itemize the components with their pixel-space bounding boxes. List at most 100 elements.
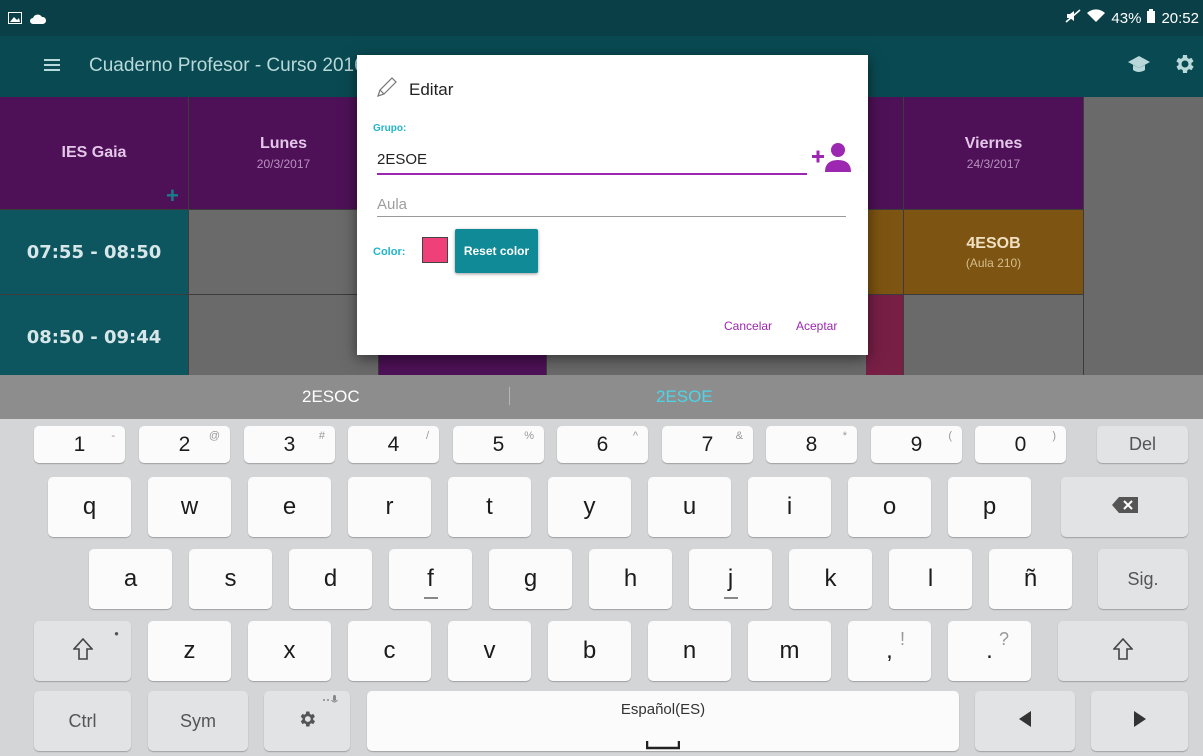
cancel-button[interactable]: Cancelar: [724, 319, 772, 333]
color-label: Color:: [373, 246, 406, 258]
key-c[interactable]: c: [348, 621, 431, 681]
key-s[interactable]: s: [189, 549, 272, 609]
suggestion-divider: [509, 387, 510, 405]
key-5[interactable]: 5%: [453, 426, 544, 463]
key-y[interactable]: y: [548, 477, 631, 537]
suggestion-item[interactable]: 2ESOC: [302, 387, 360, 407]
key-u[interactable]: u: [648, 477, 731, 537]
key-n[interactable]: n: [648, 621, 731, 681]
arrow-right-icon: [1133, 710, 1146, 732]
menu-icon[interactable]: [44, 58, 60, 76]
home-bump: [723, 597, 738, 599]
key-0[interactable]: 0): [975, 426, 1066, 463]
key-3[interactable]: 3 #: [244, 426, 335, 463]
slot-cell[interactable]: [189, 295, 379, 375]
edit-dialog: Editar Grupo: Color: Reset color Cancela…: [357, 55, 868, 355]
arrow-left-icon: [1019, 710, 1031, 732]
battery-icon: [1147, 9, 1156, 27]
key-period[interactable]: .?: [948, 621, 1031, 681]
day-header-viernes[interactable]: Viernes 24/3/2017: [904, 97, 1084, 210]
key-b[interactable]: b: [548, 621, 631, 681]
key-1[interactable]: 1-: [34, 426, 125, 463]
group-input[interactable]: [377, 145, 807, 175]
pencil-icon: [375, 75, 399, 104]
slot-cell[interactable]: [379, 355, 547, 375]
key-p[interactable]: p: [948, 477, 1031, 537]
color-swatch[interactable]: [422, 237, 448, 263]
key-8[interactable]: 8 *: [766, 426, 857, 463]
gallery-icon: [8, 11, 22, 29]
suggestion-strip: 2ESOC 2ESOE: [0, 375, 1203, 419]
space-bar-icon: [645, 729, 681, 756]
key-h[interactable]: h: [589, 549, 672, 609]
key-d[interactable]: d: [289, 549, 372, 609]
key-q[interactable]: q: [48, 477, 131, 537]
key-n-tilde[interactable]: ñ: [989, 549, 1072, 609]
time-slot-1: 07:55 - 08:50: [0, 210, 189, 295]
key-j[interactable]: j: [689, 549, 772, 609]
key-x[interactable]: x: [248, 621, 331, 681]
battery-percent: 43%: [1111, 9, 1142, 27]
slot-cell[interactable]: [189, 210, 379, 295]
key-k[interactable]: k: [789, 549, 872, 609]
key-v[interactable]: v: [448, 621, 531, 681]
day-header-lunes[interactable]: Lunes 20/3/2017: [189, 97, 379, 210]
graduation-cap-icon[interactable]: [1128, 56, 1150, 79]
cursor-left-key[interactable]: [975, 691, 1075, 751]
next-key[interactable]: Sig.: [1098, 549, 1188, 609]
key-6[interactable]: 6 ^: [557, 426, 648, 463]
shift-icon: [1112, 637, 1134, 665]
key-4[interactable]: 4/: [348, 426, 439, 463]
slot-cell[interactable]: [866, 210, 904, 295]
time-slot-2: 08:50 - 09:44: [0, 295, 189, 375]
keyboard-settings-key[interactable]: [264, 691, 350, 751]
key-e[interactable]: e: [248, 477, 331, 537]
dialog-title: Editar: [375, 75, 453, 104]
key-m[interactable]: m: [748, 621, 831, 681]
space-key[interactable]: Español(ES): [367, 691, 959, 751]
cloud-icon: [30, 11, 47, 29]
del-key[interactable]: Del: [1097, 426, 1188, 463]
key-g[interactable]: g: [489, 549, 572, 609]
key-a[interactable]: a: [89, 549, 172, 609]
slot-cell-4esob[interactable]: 4ESOB (Aula 210): [904, 210, 1084, 295]
key-i[interactable]: i: [748, 477, 831, 537]
key-7[interactable]: 7 &: [662, 426, 753, 463]
key-2[interactable]: 2 @: [139, 426, 230, 463]
wifi-icon: [1087, 9, 1106, 27]
clock: 20:52: [1161, 9, 1199, 27]
backspace-icon: [1111, 496, 1138, 518]
key-z[interactable]: z: [148, 621, 231, 681]
suggestion-item-selected[interactable]: 2ESOE: [656, 387, 713, 407]
cursor-right-key[interactable]: [1091, 691, 1188, 751]
sym-key[interactable]: Sym: [148, 691, 248, 751]
key-9[interactable]: 9(: [871, 426, 962, 463]
gear-icon: [297, 709, 317, 734]
room-input[interactable]: [377, 192, 846, 217]
reset-color-button[interactable]: Reset color: [455, 229, 538, 273]
add-user-icon[interactable]: [811, 142, 851, 177]
mic-hint-icon: [322, 695, 340, 708]
keyboard: 1- 2 @ 3 # 4/ 5% 6 ^ 7 & 8 * 9( 0) Del q w e …: [0, 419, 1203, 756]
key-l[interactable]: l: [889, 549, 972, 609]
backspace-key[interactable]: [1061, 477, 1188, 537]
key-f[interactable]: f: [389, 549, 472, 609]
shift-icon: [71, 637, 94, 665]
accept-button[interactable]: Aceptar: [796, 319, 837, 333]
key-r[interactable]: r: [348, 477, 431, 537]
shift-right-key[interactable]: [1058, 621, 1188, 681]
ctrl-key[interactable]: Ctrl: [34, 691, 131, 751]
slot-cell[interactable]: [904, 295, 1084, 375]
key-comma[interactable]: ,!: [848, 621, 931, 681]
shift-dot-icon: ●: [114, 629, 119, 638]
center-header: IES Gaia: [0, 97, 189, 210]
key-t[interactable]: t: [448, 477, 531, 537]
shift-left-key[interactable]: ●: [34, 621, 131, 681]
key-o[interactable]: o: [848, 477, 931, 537]
mute-icon: [1065, 9, 1081, 27]
settings-gear-icon[interactable]: [1172, 52, 1196, 81]
slot-cell[interactable]: [866, 295, 904, 375]
group-label: Grupo:: [373, 123, 407, 134]
add-plus-icon[interactable]: +: [166, 183, 179, 209]
key-w[interactable]: w: [148, 477, 231, 537]
